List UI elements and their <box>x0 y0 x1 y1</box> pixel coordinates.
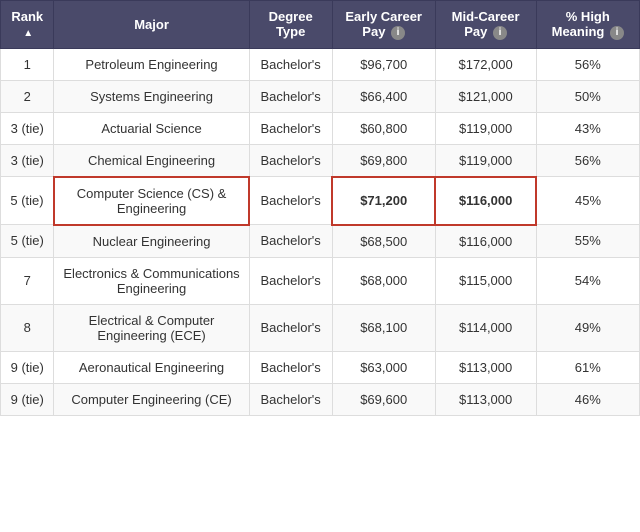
cell-mid-career-pay: $172,000 <box>435 48 536 80</box>
cell-early-career-pay: $71,200 <box>332 177 435 225</box>
cell-major: Chemical Engineering <box>54 144 249 177</box>
cell-major: Computer Engineering (CE) <box>54 383 249 415</box>
early-career-info-icon[interactable]: i <box>391 26 405 40</box>
cell-early-career-pay: $63,000 <box>332 351 435 383</box>
cell-degree-type: Bachelor's <box>249 177 332 225</box>
cell-degree-type: Bachelor's <box>249 144 332 177</box>
table-row: 3 (tie)Chemical EngineeringBachelor's$69… <box>1 144 640 177</box>
table-row: 5 (tie)Nuclear EngineeringBachelor's$68,… <box>1 225 640 258</box>
table-header-row: Rank ▲ Major Degree Type Early Career Pa… <box>1 1 640 49</box>
cell-rank: 7 <box>1 257 54 304</box>
cell-major: Actuarial Science <box>54 112 249 144</box>
cell-degree-type: Bachelor's <box>249 257 332 304</box>
table-row: 8Electrical & Computer Engineering (ECE)… <box>1 304 640 351</box>
cell-early-career-pay: $60,800 <box>332 112 435 144</box>
cell-early-career-pay: $68,000 <box>332 257 435 304</box>
cell-high-meaning: 56% <box>536 144 639 177</box>
cell-major: Systems Engineering <box>54 80 249 112</box>
cell-high-meaning: 50% <box>536 80 639 112</box>
header-major: Major <box>54 1 249 49</box>
cell-major: Computer Science (CS) & Engineering <box>54 177 249 225</box>
header-mid-career-label: Mid-Career Pay <box>452 9 520 39</box>
header-early-career-label: Early Career Pay <box>345 9 422 39</box>
table-row: 2Systems EngineeringBachelor's$66,400$12… <box>1 80 640 112</box>
table-row: 1Petroleum EngineeringBachelor's$96,700$… <box>1 48 640 80</box>
cell-high-meaning: 46% <box>536 383 639 415</box>
cell-early-career-pay: $69,600 <box>332 383 435 415</box>
cell-early-career-pay: $68,500 <box>332 225 435 258</box>
cell-major: Petroleum Engineering <box>54 48 249 80</box>
cell-degree-type: Bachelor's <box>249 225 332 258</box>
table-row: 9 (tie)Aeronautical EngineeringBachelor'… <box>1 351 640 383</box>
table-row: 3 (tie)Actuarial ScienceBachelor's$60,80… <box>1 112 640 144</box>
cell-high-meaning: 61% <box>536 351 639 383</box>
header-major-label: Major <box>134 17 169 32</box>
mid-career-info-icon[interactable]: i <box>493 26 507 40</box>
cell-early-career-pay: $69,800 <box>332 144 435 177</box>
cell-mid-career-pay: $116,000 <box>435 177 536 225</box>
header-degree-type-label: Degree Type <box>269 9 313 39</box>
cell-high-meaning: 43% <box>536 112 639 144</box>
cell-early-career-pay: $68,100 <box>332 304 435 351</box>
cell-high-meaning: 56% <box>536 48 639 80</box>
salary-table: Rank ▲ Major Degree Type Early Career Pa… <box>0 0 640 416</box>
cell-rank: 8 <box>1 304 54 351</box>
cell-rank: 3 (tie) <box>1 144 54 177</box>
cell-degree-type: Bachelor's <box>249 351 332 383</box>
cell-degree-type: Bachelor's <box>249 48 332 80</box>
header-high-meaning: % High Meaning i <box>536 1 639 49</box>
cell-mid-career-pay: $113,000 <box>435 383 536 415</box>
cell-high-meaning: 49% <box>536 304 639 351</box>
table-row: 9 (tie)Computer Engineering (CE)Bachelor… <box>1 383 640 415</box>
cell-mid-career-pay: $114,000 <box>435 304 536 351</box>
table-row: 7Electronics & Communications Engineerin… <box>1 257 640 304</box>
cell-degree-type: Bachelor's <box>249 80 332 112</box>
cell-mid-career-pay: $119,000 <box>435 112 536 144</box>
cell-rank: 5 (tie) <box>1 177 54 225</box>
table-row: 5 (tie)Computer Science (CS) & Engineeri… <box>1 177 640 225</box>
cell-degree-type: Bachelor's <box>249 112 332 144</box>
cell-mid-career-pay: $113,000 <box>435 351 536 383</box>
header-high-meaning-label: % High Meaning <box>552 9 610 39</box>
cell-mid-career-pay: $121,000 <box>435 80 536 112</box>
cell-early-career-pay: $66,400 <box>332 80 435 112</box>
cell-major: Electrical & Computer Engineering (ECE) <box>54 304 249 351</box>
cell-early-career-pay: $96,700 <box>332 48 435 80</box>
cell-rank: 3 (tie) <box>1 112 54 144</box>
header-rank[interactable]: Rank ▲ <box>1 1 54 49</box>
cell-degree-type: Bachelor's <box>249 304 332 351</box>
cell-major: Electronics & Communications Engineering <box>54 257 249 304</box>
cell-high-meaning: 45% <box>536 177 639 225</box>
header-degree-type: Degree Type <box>249 1 332 49</box>
header-rank-label: Rank <box>11 9 43 24</box>
cell-high-meaning: 54% <box>536 257 639 304</box>
cell-degree-type: Bachelor's <box>249 383 332 415</box>
cell-rank: 2 <box>1 80 54 112</box>
high-meaning-info-icon[interactable]: i <box>610 26 624 40</box>
cell-major: Aeronautical Engineering <box>54 351 249 383</box>
cell-mid-career-pay: $119,000 <box>435 144 536 177</box>
cell-high-meaning: 55% <box>536 225 639 258</box>
cell-rank: 5 (tie) <box>1 225 54 258</box>
header-mid-career-pay: Mid-Career Pay i <box>435 1 536 49</box>
cell-mid-career-pay: $115,000 <box>435 257 536 304</box>
cell-rank: 9 (tie) <box>1 383 54 415</box>
cell-major: Nuclear Engineering <box>54 225 249 258</box>
header-early-career-pay: Early Career Pay i <box>332 1 435 49</box>
cell-rank: 9 (tie) <box>1 351 54 383</box>
cell-mid-career-pay: $116,000 <box>435 225 536 258</box>
cell-rank: 1 <box>1 48 54 80</box>
sort-arrow-icon: ▲ <box>23 28 33 39</box>
